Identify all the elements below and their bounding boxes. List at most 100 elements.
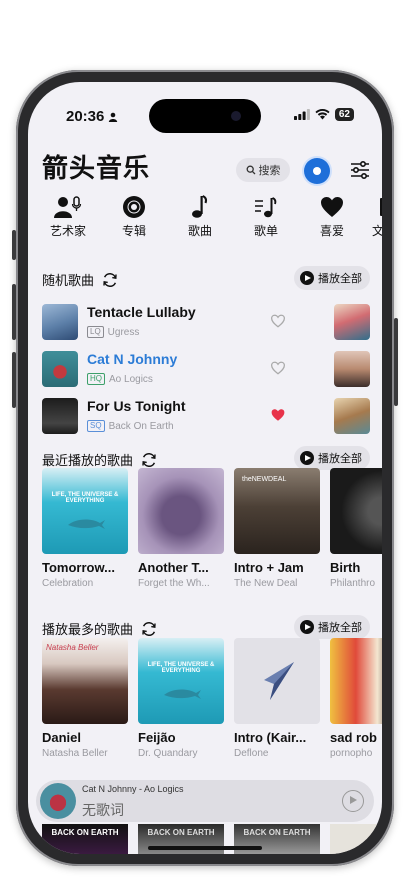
song-meta: SQ Back On Earth: [87, 420, 174, 432]
album-card[interactable]: LIFE, THE UNIVERSE & EVERYTHING Tomorrow…: [42, 468, 128, 589]
song-title: For Us Tonight: [87, 398, 186, 414]
category-folder[interactable]: 文: [368, 194, 382, 239]
category-album[interactable]: 专辑: [104, 194, 164, 239]
category-label: 歌曲: [187, 224, 212, 238]
action-button: [12, 230, 16, 260]
heart-outline-icon[interactable]: [270, 361, 286, 375]
album-cover-peek[interactable]: [330, 824, 382, 854]
song-title: Cat N Johnny: [87, 351, 178, 367]
album-disc-icon: [123, 196, 145, 218]
quality-badge: LQ: [87, 326, 104, 338]
category-favorites[interactable]: 喜爱: [302, 194, 362, 239]
album-cover: [234, 638, 320, 724]
quality-badge: HQ: [87, 373, 105, 385]
song-row[interactable]: Cat N Johnny HQ Ao Logics: [42, 351, 302, 389]
search-icon: [246, 165, 255, 175]
mini-player-artwork: [40, 783, 76, 819]
section-title-group: 随机歌曲: [42, 270, 118, 289]
song-meta: LQ Ugress: [87, 326, 139, 338]
arrow-logo-icon: [264, 662, 294, 700]
play-button[interactable]: [342, 790, 364, 812]
category-playlist[interactable]: 歌单: [236, 194, 296, 239]
home-indicator[interactable]: [148, 846, 262, 850]
volume-down-button: [12, 352, 16, 408]
category-bar: 艺术家 专辑 歌曲 歌单 喜爱 文: [32, 194, 382, 250]
album-cover-peek[interactable]: BACK ON EARTH: [42, 824, 128, 854]
section-title-group: 最近播放的歌曲: [42, 450, 157, 469]
refresh-icon[interactable]: [141, 621, 157, 637]
most-played-albums-row: Natasha Beller Daniel Natasha Beller LIF…: [42, 638, 382, 778]
album-card[interactable]: LIFE, THE UNIVERSE & EVERYTHING Feijão D…: [138, 638, 224, 759]
phone-frame: 20:36 62 箭头音乐 搜索 艺术家 专辑 歌曲 歌单 喜爱 文 随机歌曲 …: [12, 70, 398, 866]
play-icon: [300, 271, 314, 285]
category-label: 专辑: [121, 224, 146, 238]
album-cover: Natasha Beller: [42, 638, 128, 724]
wifi-icon: [315, 109, 330, 120]
album-card[interactable]: sad rob pornopho: [330, 638, 382, 759]
album-card[interactable]: Birth Philanthro: [330, 468, 382, 589]
system-icons: 62: [293, 108, 354, 121]
music-note-icon: [192, 195, 208, 218]
now-playing-text: Cat N Johnny - Ao Logics: [82, 784, 184, 794]
album-title: Daniel: [42, 730, 82, 745]
song-artwork: [42, 304, 78, 340]
song-row[interactable]: Tentacle Lullaby LQ Ugress: [42, 304, 302, 342]
category-label: 文: [372, 224, 382, 238]
playlist-icon: [255, 197, 277, 218]
album-card[interactable]: Another T... Forget the Wh...: [138, 468, 224, 589]
lyric-text: 无歌词: [82, 802, 124, 818]
status-bar: 20:36 62: [28, 82, 382, 133]
album-artist: Deflone: [234, 748, 269, 759]
play-all-label: 播放全部: [318, 273, 362, 285]
song-artist: Ugress: [107, 326, 140, 338]
heart-filled-icon[interactable]: [270, 408, 286, 422]
section-title: 随机歌曲: [42, 273, 95, 288]
album-cover: [138, 468, 224, 554]
category-artist[interactable]: 艺术家: [38, 194, 98, 239]
album-cover-text: Natasha Beller: [46, 643, 99, 652]
heart-outline-icon[interactable]: [270, 314, 286, 328]
album-card[interactable]: Natasha Beller Daniel Natasha Beller: [42, 638, 128, 759]
album-cover: [330, 638, 382, 724]
power-button: [394, 318, 398, 406]
album-card[interactable]: theNEWDEAL Intro + Jam The New Deal: [234, 468, 320, 589]
app-header: 箭头音乐 搜索: [42, 142, 370, 184]
play-icon: [300, 620, 314, 634]
play-all-button[interactable]: 播放全部: [294, 446, 370, 470]
album-artwork-peek[interactable]: [334, 351, 370, 387]
album-cover-text: LIFE, THE UNIVERSE & EVERYTHING: [147, 662, 215, 674]
section-title: 播放最多的歌曲: [42, 622, 134, 637]
album-artwork-peek[interactable]: [334, 304, 370, 340]
play-all-button[interactable]: 播放全部: [294, 615, 370, 639]
refresh-icon[interactable]: [141, 452, 157, 468]
album-artist: Natasha Beller: [42, 748, 108, 759]
dolphin-icon: [164, 689, 201, 699]
play-all-button[interactable]: 播放全部: [294, 266, 370, 290]
mini-player[interactable]: Cat N Johnny - Ao Logics 无歌词: [36, 780, 374, 822]
status-time-group: 20:36: [66, 108, 118, 125]
volume-up-button: [12, 284, 16, 340]
category-songs[interactable]: 歌曲: [170, 194, 230, 239]
album-title: sad rob: [330, 730, 377, 745]
album-artist: pornopho: [330, 748, 373, 759]
album-artwork-peek[interactable]: [334, 398, 370, 434]
person-icon: [109, 112, 118, 122]
album-artist: The New Deal: [234, 578, 298, 589]
recent-albums-row: LIFE, THE UNIVERSE & EVERYTHING Tomorrow…: [42, 468, 382, 608]
status-time: 20:36: [66, 108, 105, 125]
now-playing-disc-button[interactable]: [304, 158, 330, 184]
settings-sliders-icon[interactable]: [350, 160, 370, 180]
album-cover: LIFE, THE UNIVERSE & EVERYTHING: [138, 638, 224, 724]
section-title-group: 播放最多的歌曲: [42, 619, 157, 638]
refresh-icon[interactable]: [102, 272, 118, 288]
battery-indicator: 62: [334, 108, 354, 121]
album-card[interactable]: Intro (Kair... Deflone: [234, 638, 320, 759]
album-title: Intro (Kair...: [234, 730, 307, 745]
album-artist: Dr. Quandary: [138, 748, 198, 759]
camera: [231, 111, 241, 121]
heart-icon: [321, 197, 343, 217]
song-artwork: [42, 351, 78, 387]
album-cover-text: theNEWDEAL: [242, 476, 287, 483]
search-button[interactable]: 搜索: [236, 158, 290, 182]
song-row[interactable]: For Us Tonight SQ Back On Earth: [42, 398, 302, 436]
